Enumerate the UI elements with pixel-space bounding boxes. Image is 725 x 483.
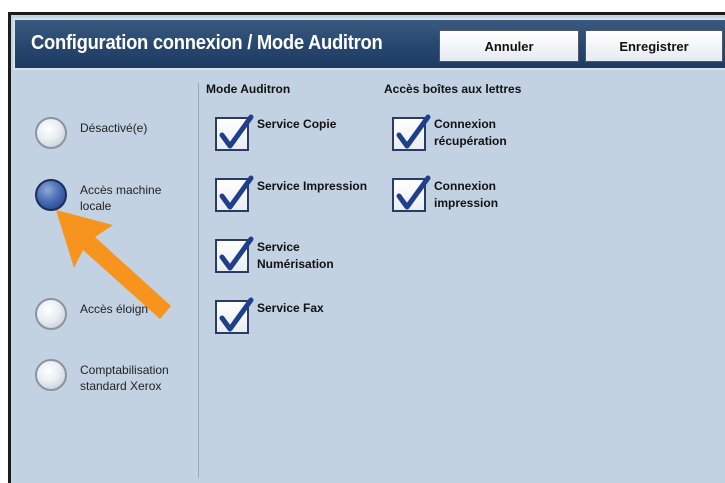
checkbox-label: Service Numérisation [257, 240, 334, 271]
checkmark-icon [219, 236, 254, 271]
checkbox-label: Service Fax [257, 301, 324, 315]
checkbox-mailbox-print[interactable] [392, 175, 431, 212]
radio-label: Comptabilisation standard Xerox [80, 363, 169, 393]
radio-circle[interactable] [35, 298, 67, 330]
radio-label: Accès éloign [80, 302, 149, 316]
radio-circle[interactable] [35, 117, 67, 149]
cancel-button[interactable]: Annuler [439, 30, 579, 62]
radio-circle[interactable] [35, 359, 67, 391]
checkbox-scan-service[interactable] [215, 236, 254, 273]
page-title: Configuration connexion / Mode Auditron [31, 32, 383, 54]
save-button[interactable]: Enregistrer [585, 30, 723, 62]
radio-label: Désactivé(e) [80, 121, 148, 135]
checkbox-copy-service[interactable] [215, 114, 254, 151]
column-divider [198, 83, 199, 478]
auditron-heading: Mode Auditron [206, 82, 291, 96]
checkbox-mailbox-retrieval[interactable] [392, 114, 431, 151]
checkbox-label: Service Impression [257, 179, 368, 193]
radio-label: Accès machine locale [80, 183, 162, 213]
checkmark-icon [219, 114, 254, 149]
checkbox-label: Service Copie [257, 117, 337, 131]
checkmark-icon [396, 175, 431, 210]
checkmark-icon [219, 175, 254, 210]
checkbox-fax-service[interactable] [215, 297, 254, 334]
checkbox-label: Connexion impression [434, 179, 499, 210]
radio-circle-selected[interactable] [35, 179, 67, 211]
arrow-icon [56, 210, 171, 319]
checkmark-icon [396, 114, 431, 149]
checkbox-print-service[interactable] [215, 175, 254, 212]
mailbox-heading: Accès boîtes aux lettres [384, 82, 522, 96]
auditron-screen: Configuration connexion / Mode Auditron … [8, 12, 725, 483]
title-bar: Configuration connexion / Mode Auditron … [13, 18, 725, 70]
checkbox-label: Connexion récupération [434, 117, 507, 148]
checkmark-icon [219, 297, 254, 332]
